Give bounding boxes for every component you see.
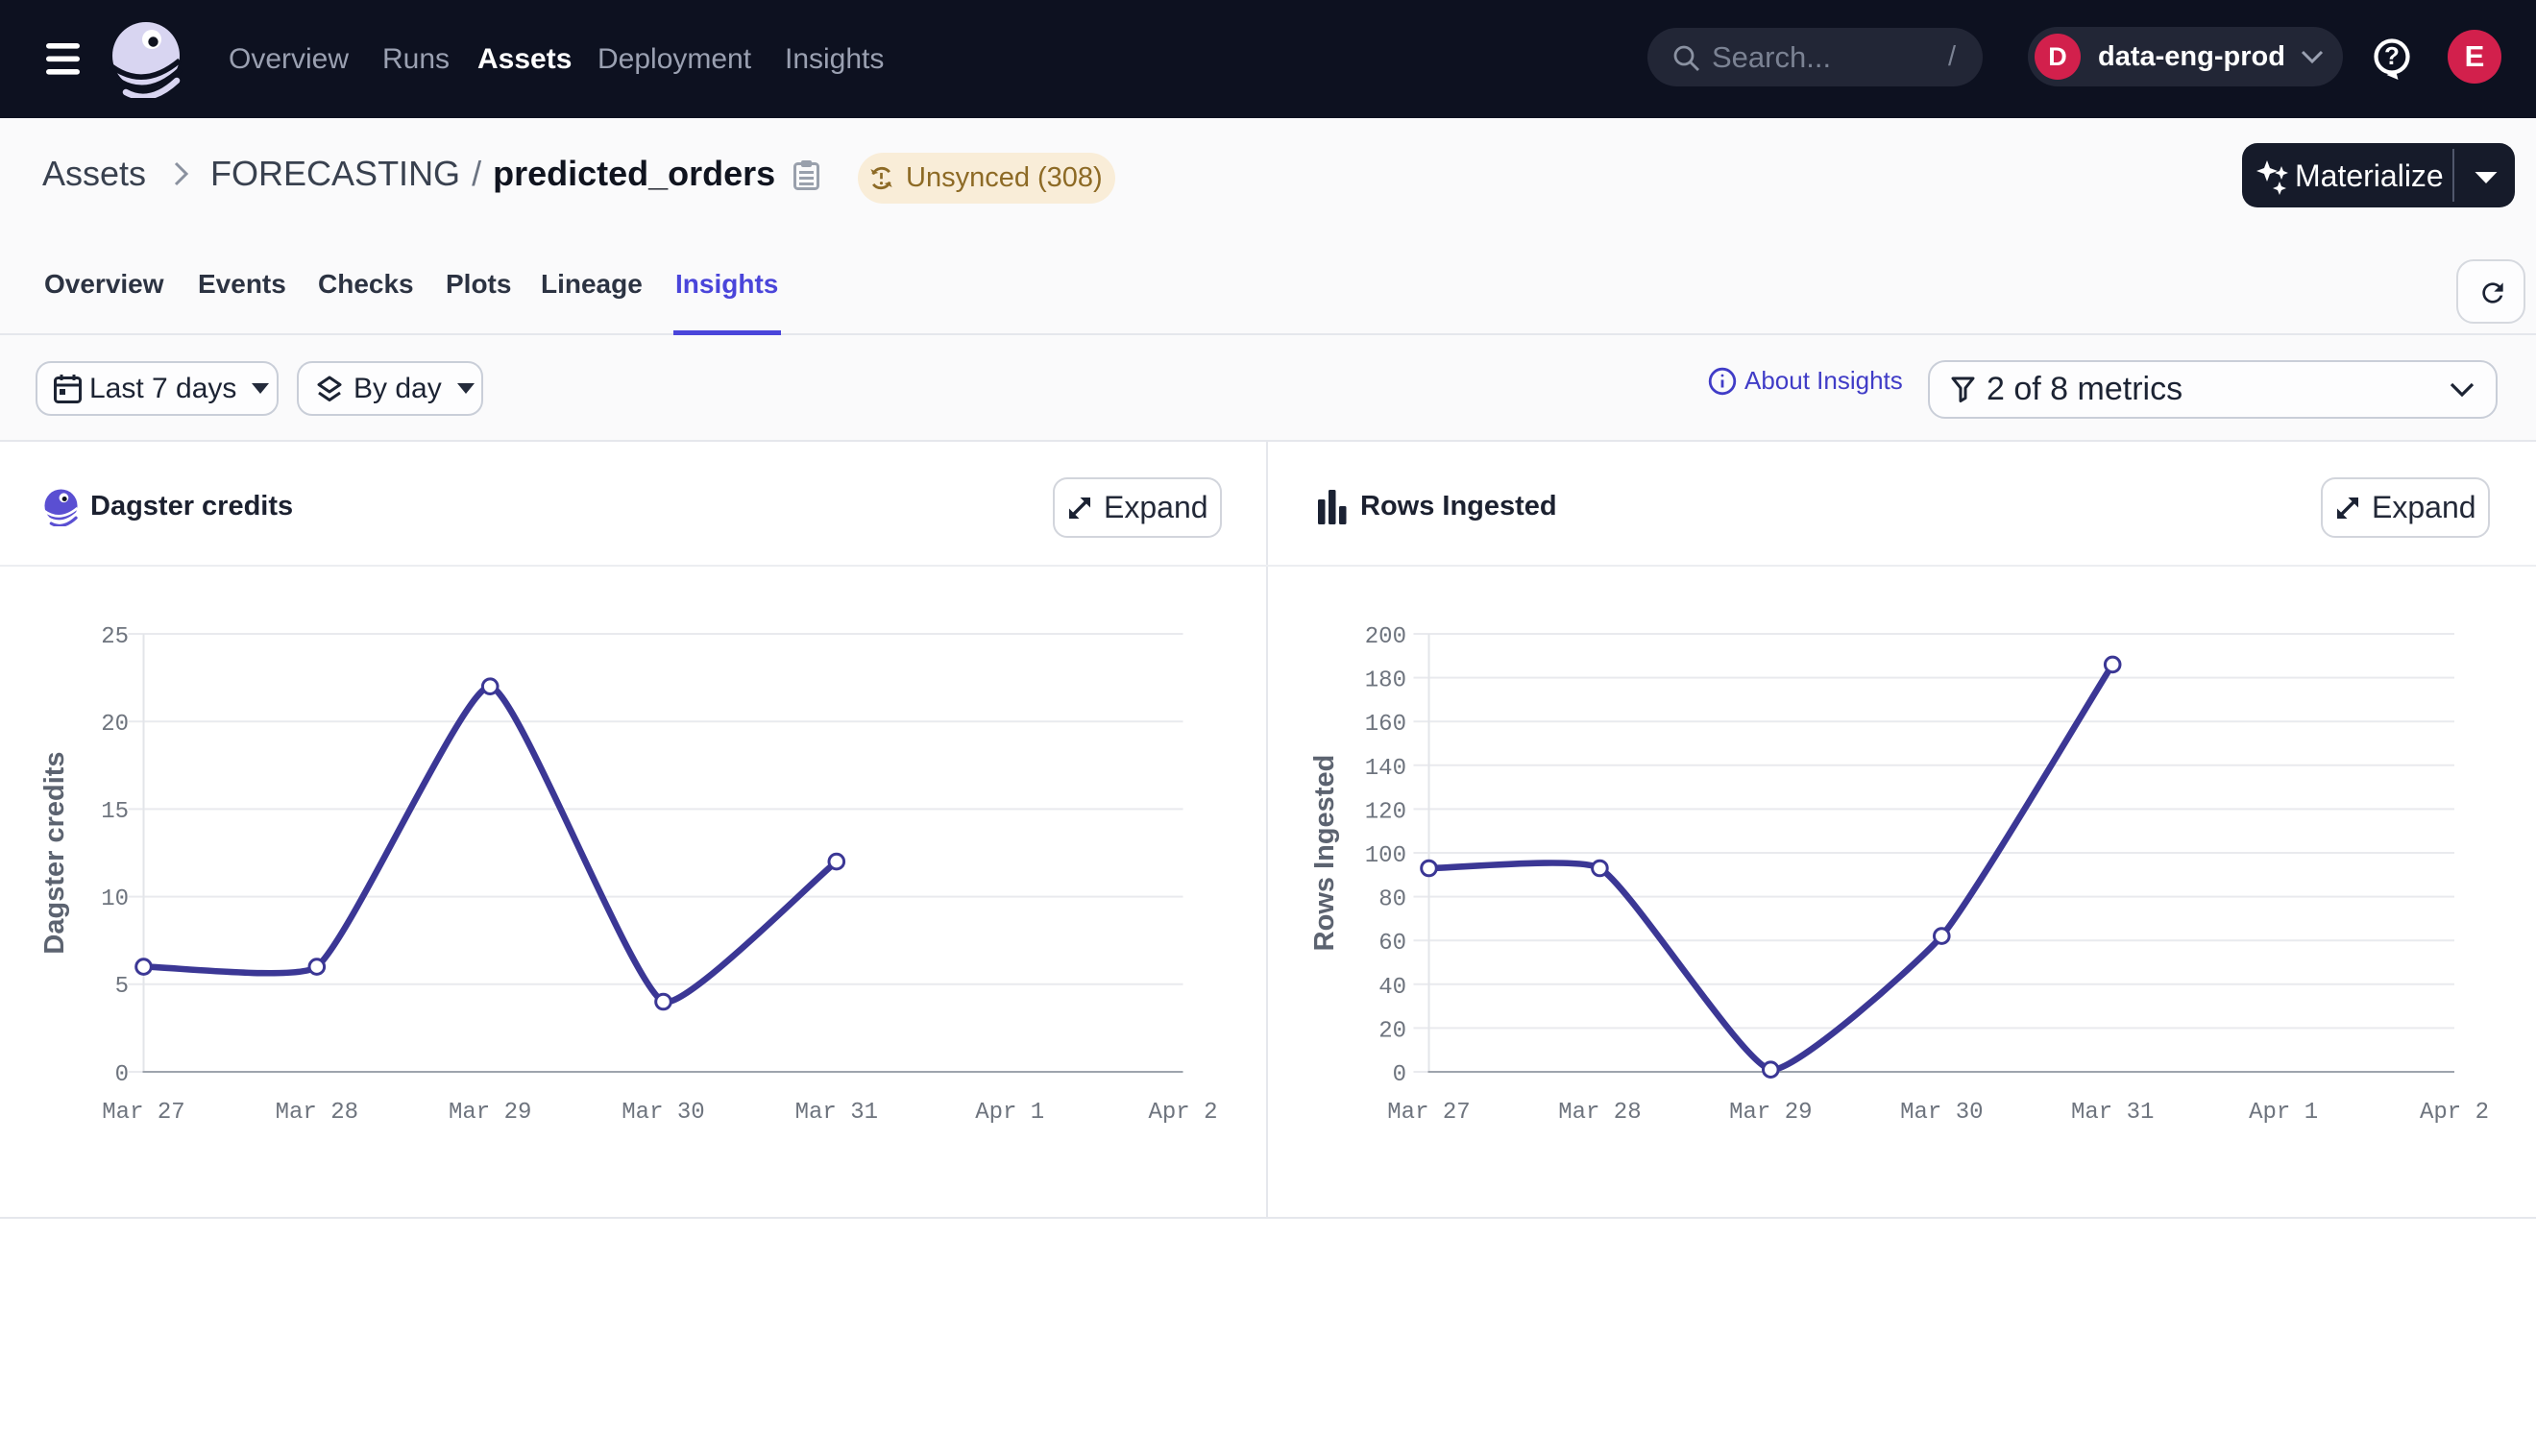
svg-text:100: 100	[1365, 843, 1406, 869]
svg-text:20: 20	[1378, 1018, 1406, 1044]
svg-text:25: 25	[101, 624, 129, 650]
svg-text:Mar 30: Mar 30	[1900, 1100, 1983, 1126]
svg-text:80: 80	[1378, 887, 1406, 913]
svg-text:Mar 29: Mar 29	[449, 1100, 531, 1126]
svg-text:0: 0	[1393, 1062, 1406, 1088]
svg-text:Mar 31: Mar 31	[795, 1100, 878, 1126]
svg-text:180: 180	[1365, 668, 1406, 694]
svg-text:Mar 31: Mar 31	[2071, 1100, 2154, 1126]
svg-text:20: 20	[101, 712, 129, 738]
svg-text:Mar 28: Mar 28	[276, 1100, 358, 1126]
svg-text:10: 10	[101, 886, 129, 912]
svg-text:Apr 1: Apr 1	[2249, 1100, 2318, 1126]
svg-text:Mar 28: Mar 28	[1558, 1100, 1641, 1126]
svg-text:Mar 27: Mar 27	[1387, 1100, 1470, 1126]
svg-text:Mar 30: Mar 30	[622, 1100, 704, 1126]
svg-text:160: 160	[1365, 712, 1406, 738]
svg-text:Rows Ingested: Rows Ingested	[1309, 755, 1340, 952]
svg-text:60: 60	[1378, 931, 1406, 957]
svg-text:Dagster credits: Dagster credits	[39, 751, 70, 954]
svg-text:140: 140	[1365, 756, 1406, 782]
svg-text:40: 40	[1378, 975, 1406, 1001]
svg-text:200: 200	[1365, 624, 1406, 650]
svg-text:5: 5	[115, 974, 129, 1000]
svg-text:0: 0	[115, 1062, 129, 1088]
svg-text:Apr 1: Apr 1	[975, 1100, 1044, 1126]
svg-text:Mar 29: Mar 29	[1729, 1100, 1812, 1126]
svg-text:Mar 27: Mar 27	[102, 1100, 184, 1126]
svg-text:Apr 2: Apr 2	[2420, 1100, 2489, 1126]
svg-text:120: 120	[1365, 799, 1406, 825]
svg-text:Apr 2: Apr 2	[1148, 1100, 1217, 1126]
svg-text:15: 15	[101, 799, 129, 825]
